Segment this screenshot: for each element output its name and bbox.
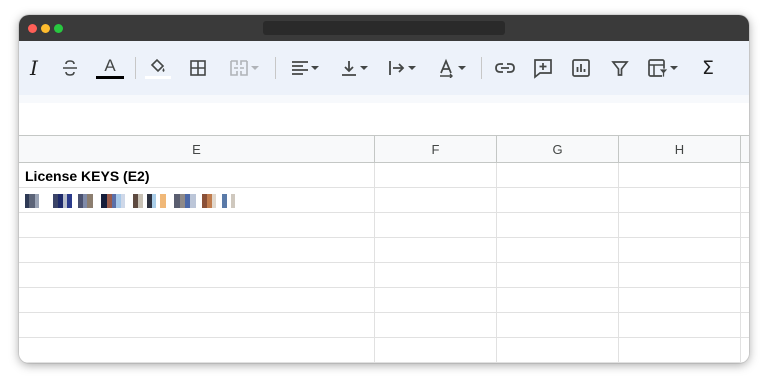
vertical-align-button[interactable] [333,53,375,83]
filter-icon [611,61,629,76]
insert-chart-icon [572,59,590,77]
text-color-icon: A [104,56,116,75]
toolbar-separator [481,57,482,79]
insert-link-icon [495,63,515,73]
cell-g[interactable] [497,313,619,338]
cell-f[interactable] [375,313,497,338]
column-header-g[interactable]: G [497,136,619,163]
cell-g[interactable] [497,263,619,288]
cell-e[interactable] [19,313,375,338]
table-row [19,188,749,213]
table-row: License KEYS (E2) [19,163,749,188]
cell-f[interactable] [375,338,497,363]
text-color-button[interactable]: A [93,53,127,83]
table-row [19,338,749,363]
cell-h[interactable] [619,338,741,363]
text-rotation-icon [440,58,453,78]
fill-color-swatch [145,76,171,79]
formula-bar-area[interactable] [19,103,749,136]
strikethrough-icon [63,60,77,76]
cell-e[interactable] [19,338,375,363]
table-row [19,213,749,238]
column-header-e[interactable]: E [19,136,375,163]
cell-f[interactable] [375,213,497,238]
cell-e[interactable] [19,238,375,263]
cell-g[interactable] [497,188,619,213]
cell-h[interactable] [619,163,741,188]
column-header-h[interactable]: H [619,136,741,163]
cell-h[interactable] [619,188,741,213]
text-wrapping-button[interactable] [381,53,423,83]
fill-color-button[interactable] [143,53,173,83]
filter-button[interactable] [607,53,633,83]
cell-e[interactable] [19,213,375,238]
strikethrough-button[interactable] [57,53,83,83]
title-bar [19,15,749,41]
redacted-value [25,193,235,208]
insert-link-button[interactable] [491,53,519,83]
horizontal-align-button[interactable] [283,53,327,83]
vertical-align-icon [342,61,356,76]
cell-f[interactable] [375,188,497,213]
cell-g[interactable] [497,288,619,313]
formatting-toolbar: I A Σ [19,41,749,95]
column-header-partial [741,136,749,163]
filter-views-icon [648,59,669,78]
functions-icon: Σ [701,57,714,79]
cell-f[interactable] [375,238,497,263]
text-color-swatch [96,76,124,79]
browser-window: I A Σ E F G H License KEYS (E2) [19,15,749,363]
cell-g[interactable] [497,338,619,363]
horizontal-align-icon [292,61,308,75]
cell-g[interactable] [497,213,619,238]
filter-views-button[interactable] [641,53,685,83]
chevron-down-icon [311,66,319,70]
cell-e3[interactable] [19,188,375,213]
chevron-down-icon [360,66,368,70]
minimize-window-button[interactable] [41,24,50,33]
insert-comment-icon [534,59,552,79]
cell-e[interactable] [19,263,375,288]
text-rotation-button[interactable] [431,53,473,83]
chevron-down-icon [251,66,259,70]
chevron-down-icon [670,66,678,70]
merge-cells-icon [230,60,248,76]
cell-h[interactable] [619,288,741,313]
cell-e[interactable] [19,288,375,313]
chevron-down-icon [408,66,416,70]
merge-cells-button[interactable] [223,53,265,83]
cell-f[interactable] [375,288,497,313]
cell-g[interactable] [497,163,619,188]
toolbar-shadow [19,95,749,103]
cell-h[interactable] [619,238,741,263]
cell-h[interactable] [619,313,741,338]
cell-e2[interactable]: License KEYS (E2) [19,163,375,188]
cell-f[interactable] [375,163,497,188]
borders-button[interactable] [185,53,211,83]
close-window-button[interactable] [28,24,37,33]
address-bar[interactable] [263,21,505,35]
table-row [19,263,749,288]
insert-comment-button[interactable] [529,53,557,83]
toolbar-separator [135,57,136,79]
column-header-f[interactable]: F [375,136,497,163]
table-row [19,288,749,313]
fill-color-icon [150,58,165,73]
table-row [19,313,749,338]
borders-icon [190,60,206,76]
cell-h[interactable] [619,263,741,288]
maximize-window-button[interactable] [54,24,63,33]
text-wrapping-icon [389,61,405,75]
toolbar-separator [275,57,276,79]
cell-h[interactable] [619,213,741,238]
chevron-down-icon [458,66,466,70]
spreadsheet-grid: E F G H License KEYS (E2) [19,136,749,363]
italic-icon: I [30,56,38,80]
insert-chart-button[interactable] [567,53,595,83]
functions-button[interactable]: Σ [695,53,721,83]
cell-f[interactable] [375,263,497,288]
table-row [19,238,749,263]
italic-button[interactable]: I [21,53,47,83]
cell-g[interactable] [497,238,619,263]
